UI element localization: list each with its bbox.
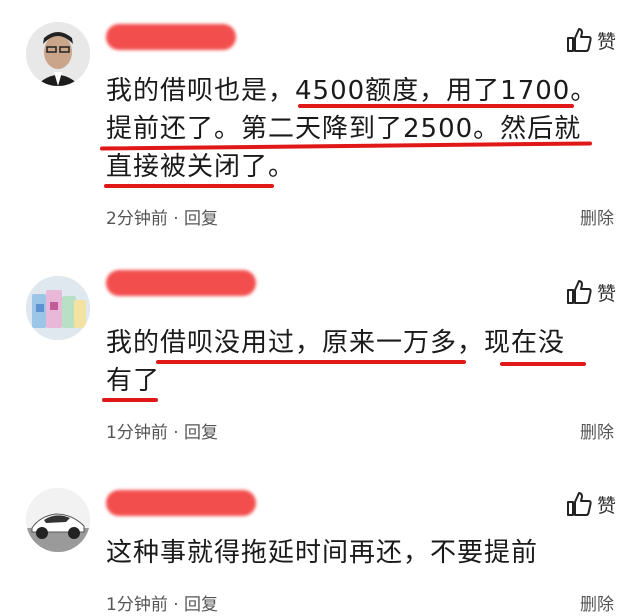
comment-line: 我的借呗没用过，原来一万多，现在没 — [106, 328, 566, 358]
timestamp: 1分钟前 — [106, 423, 168, 443]
like-label: 赞 — [596, 494, 616, 517]
reply-button[interactable]: 回复 — [184, 209, 218, 229]
comment-item: 赞 我的借呗也是，4500额度，用了1700。 提前还了。第二天降到了2500。… — [0, 0, 640, 240]
comment-line: 有了 — [106, 366, 161, 396]
comment-meta: 1分钟前 · 回复 — [106, 595, 219, 615]
comment-item: 赞 我的借呗没用过，原来一万多，现在没 有了 1分钟前 · 回复 删除 — [0, 240, 640, 470]
like-button[interactable]: 赞 — [565, 278, 616, 306]
comment-line: 这种事就得拖延时间再还，不要提前 — [106, 538, 539, 568]
delete-button[interactable]: 删除 — [580, 204, 614, 229]
comment-text: 我的借呗也是，4500额度，用了1700。 提前还了。第二天降到了2500。然后… — [106, 72, 606, 186]
highlight-underline — [500, 362, 586, 366]
delete-button[interactable]: 删除 — [580, 590, 614, 615]
comment-item: 赞 这种事就得拖延时间再还，不要提前 1分钟前 · 回复 删除 — [0, 470, 640, 616]
like-label: 赞 — [596, 30, 616, 53]
highlight-underline — [298, 104, 574, 108]
like-label: 赞 — [596, 282, 616, 305]
redacted-username — [106, 24, 236, 50]
avatar[interactable] — [26, 276, 90, 340]
highlight-underline — [104, 184, 274, 188]
thumbs-up-icon — [566, 28, 592, 52]
comment-line: 直接被关闭了。 — [106, 152, 296, 182]
comment-meta: 1分钟前 · 回复 — [106, 423, 219, 443]
comment-meta: 2分钟前 · 回复 — [106, 209, 219, 229]
thumbs-up-icon — [566, 280, 592, 304]
redacted-username — [106, 270, 256, 296]
highlight-underline — [156, 360, 466, 364]
highlight-underline — [102, 398, 158, 402]
reply-button[interactable]: 回复 — [184, 595, 218, 615]
reply-button[interactable]: 回复 — [184, 423, 218, 443]
redacted-username — [106, 490, 256, 516]
timestamp: 1分钟前 — [106, 595, 168, 615]
timestamp: 2分钟前 — [106, 209, 168, 229]
comment-text: 这种事就得拖延时间再还，不要提前 — [106, 534, 606, 572]
like-button[interactable]: 赞 — [565, 26, 616, 54]
avatar[interactable] — [26, 22, 90, 86]
thumbs-up-icon — [566, 492, 592, 516]
delete-button[interactable]: 删除 — [580, 418, 614, 443]
avatar[interactable] — [26, 488, 90, 552]
like-button[interactable]: 赞 — [565, 490, 616, 518]
